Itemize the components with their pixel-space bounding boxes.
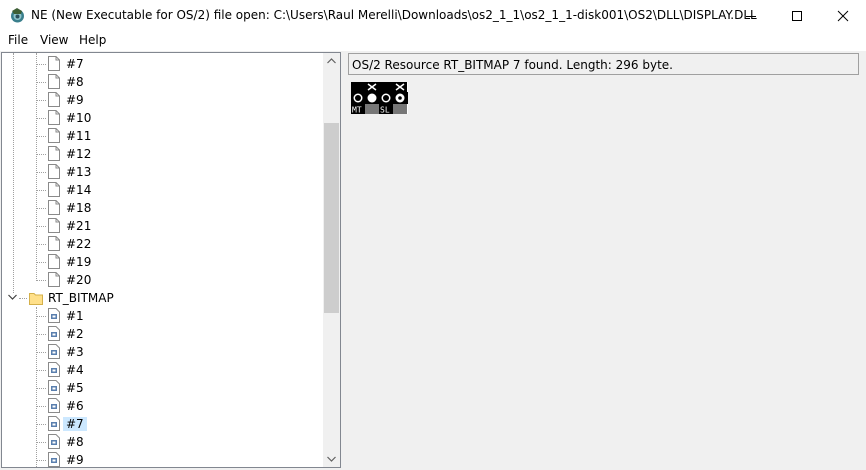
tree-item[interactable]: #18 (2, 199, 325, 217)
tree-item-label: #3 (66, 345, 84, 359)
bitmap-file-icon (48, 398, 60, 413)
tree-item[interactable]: #4 (2, 361, 325, 379)
app-window: NE (New Executable for OS/2) file open: … (0, 0, 866, 470)
folder-icon (29, 293, 43, 305)
tree-item[interactable]: #11 (2, 127, 325, 145)
tree-item[interactable]: #22 (2, 235, 325, 253)
file-icon (48, 218, 60, 233)
bitmap-label-sl: SL (380, 106, 390, 115)
tree-item-label: #18 (66, 201, 92, 215)
file-icon (48, 128, 60, 143)
tree-item-label: #9 (66, 93, 84, 107)
close-button[interactable] (820, 0, 866, 31)
bitmap-file-icon (48, 344, 60, 359)
bitmap-file-icon (48, 308, 60, 323)
tree-item-label: #22 (66, 237, 92, 251)
maximize-icon (792, 10, 802, 21)
tree-item-label: #6 (66, 399, 84, 413)
tree-item-label: #8 (66, 435, 84, 449)
title-bar: NE (New Executable for OS/2) file open: … (0, 0, 866, 31)
tree-item[interactable]: #20 (2, 271, 325, 289)
file-icon (48, 92, 60, 107)
tree-item-label: #2 (66, 327, 84, 341)
tree-item[interactable]: #8 (2, 73, 325, 91)
tree-folder-label: RT_BITMAP (48, 291, 114, 305)
tree-item-label: #21 (66, 219, 92, 233)
tree-item-label: #19 (66, 255, 92, 269)
window-title: NE (New Executable for OS/2) file open: … (31, 8, 757, 22)
status-text: OS/2 Resource RT_BITMAP 7 found. Length:… (352, 58, 673, 72)
tree-item[interactable]: #9 (2, 451, 325, 467)
close-icon (837, 10, 849, 21)
minimize-icon (746, 15, 756, 17)
tree-item[interactable]: #19 (2, 253, 325, 271)
tree-item[interactable]: #3 (2, 343, 325, 361)
minimize-button[interactable] (728, 0, 774, 31)
tree-item-label: #1 (66, 309, 84, 323)
file-icon (48, 146, 60, 161)
menu-bar: File View Help (0, 31, 866, 51)
bitmap-preview: MT SL (351, 82, 408, 114)
file-icon (48, 164, 60, 179)
bitmap-file-icon (48, 380, 60, 395)
tree-item[interactable]: #14 (2, 181, 325, 199)
tree-item[interactable]: #6 (2, 397, 325, 415)
tree-item[interactable]: #13 (2, 163, 325, 181)
bitmap-file-icon (48, 434, 60, 449)
bitmap-label-mt: MT (352, 106, 362, 115)
tree-item-label: #13 (66, 165, 92, 179)
tree-item[interactable]: #21 (2, 217, 325, 235)
menu-help[interactable]: Help (79, 33, 106, 47)
tree-item[interactable]: #1 (2, 307, 325, 325)
bitmap-file-icon (48, 452, 60, 467)
tree-item-label: #12 (66, 147, 92, 161)
tree-item[interactable]: #7 (2, 55, 325, 73)
tree-scrollbar[interactable] (323, 53, 340, 467)
tree-item-label: #10 (66, 111, 92, 125)
scroll-down-icon[interactable] (327, 456, 336, 462)
scroll-thumb[interactable] (324, 123, 339, 313)
detail-pane: OS/2 Resource RT_BITMAP 7 found. Length:… (343, 52, 866, 470)
file-icon (48, 56, 60, 71)
file-icon (48, 182, 60, 197)
file-icon (48, 110, 60, 125)
tree-item[interactable]: #10 (2, 109, 325, 127)
file-icon (48, 200, 60, 215)
tree-item[interactable]: #5 (2, 379, 325, 397)
tree-item-label: #4 (66, 363, 84, 377)
app-icon (11, 8, 24, 23)
tree-item-label: #9 (66, 453, 84, 467)
tree-item-label: #11 (66, 129, 92, 143)
chevron-down-icon[interactable] (8, 294, 17, 300)
tree-folder-rt-bitmap[interactable]: RT_BITMAP (2, 289, 325, 307)
tree-item[interactable]: #7 (2, 415, 325, 433)
tree-item-label: #7 (66, 57, 84, 71)
scroll-up-icon[interactable] (327, 58, 336, 64)
maximize-button[interactable] (774, 0, 820, 31)
file-icon (48, 236, 60, 251)
tree-item-label: #20 (66, 273, 92, 287)
bitmap-file-icon (48, 362, 60, 377)
file-icon (48, 74, 60, 89)
tree-item-label: #14 (66, 183, 92, 197)
tree-item-label: #5 (66, 381, 84, 395)
file-icon (48, 254, 60, 269)
menu-view[interactable]: View (40, 33, 68, 47)
bitmap-file-icon (48, 416, 60, 431)
resource-tree[interactable]: #7 #8 #9 #10 #11 #12 #13 #14 #18 #21 #22… (1, 52, 341, 468)
tree-item-label: #7 (63, 417, 87, 431)
tree-item[interactable]: #2 (2, 325, 325, 343)
menu-file[interactable]: File (8, 33, 28, 47)
tree-item-label: #8 (66, 75, 84, 89)
tree-item[interactable]: #9 (2, 91, 325, 109)
status-box: OS/2 Resource RT_BITMAP 7 found. Length:… (348, 53, 859, 75)
file-icon (48, 272, 60, 287)
tree-item[interactable]: #12 (2, 145, 325, 163)
bitmap-file-icon (48, 326, 60, 341)
tree-item[interactable]: #8 (2, 433, 325, 451)
